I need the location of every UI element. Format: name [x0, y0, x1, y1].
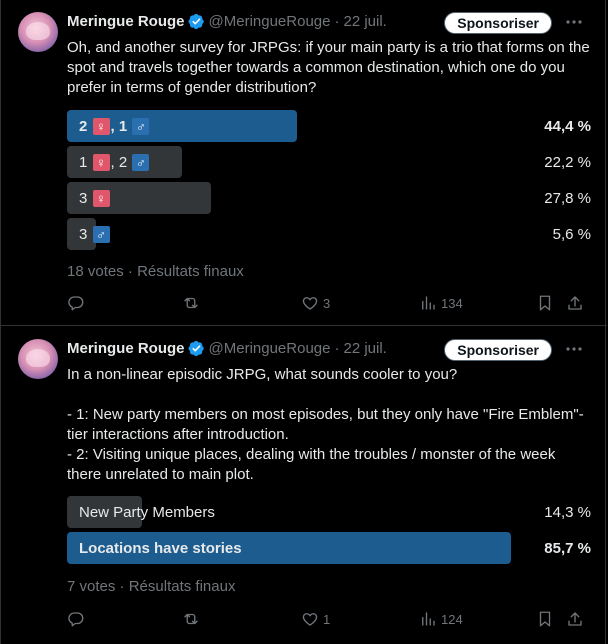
poll-option-text: 3: [79, 189, 92, 207]
like-count: 1: [323, 611, 331, 627]
poll-option-text: Locations have stories: [79, 539, 242, 557]
poll-option: New Party Members 14,3 %: [67, 496, 591, 528]
bookmark-button[interactable]: [536, 609, 554, 629]
poll-option-text: 2: [79, 117, 92, 135]
views-button[interactable]: 124: [419, 609, 463, 629]
like-button[interactable]: 3: [301, 293, 330, 313]
sponsor-button[interactable]: Sponsoriser: [444, 339, 552, 361]
female-symbol-icon: ♀: [92, 189, 110, 207]
retweet-button[interactable]: [182, 293, 200, 313]
separator: ·: [334, 12, 340, 30]
author-name[interactable]: Meringue Rouge: [67, 340, 185, 357]
tweet[interactable]: Meringue Rouge @MeringueRouge · 22 juil.…: [1, 326, 607, 644]
author-handle[interactable]: @MeringueRouge: [209, 340, 331, 357]
poll-option-text: 1: [79, 153, 92, 171]
bookmark-button[interactable]: [536, 293, 554, 313]
female-symbol-icon: ♀: [92, 117, 110, 135]
heart-icon: [302, 297, 318, 310]
retweet-icon: [184, 613, 198, 625]
like-count: 3: [323, 295, 331, 311]
tweet-date[interactable]: 22 juil.: [343, 13, 386, 30]
more-options-icon[interactable]: [565, 12, 583, 32]
retweet-icon: [184, 297, 198, 309]
action-bar: 1 124: [67, 609, 597, 629]
poll-percent: 27,8 %: [544, 189, 591, 207]
tweet-date[interactable]: 22 juil.: [343, 340, 386, 357]
reply-icon: [68, 612, 84, 627]
poll-percent: 14,3 %: [544, 503, 591, 521]
view-count: 134: [441, 295, 463, 311]
author-handle[interactable]: @MeringueRouge: [209, 13, 331, 30]
poll-summary: 7 votes · Résultats finaux: [67, 578, 235, 595]
poll-votes: 18 votes: [67, 263, 124, 280]
poll-option: 3 ♂ 5,6 %: [67, 218, 591, 250]
poll-option: 2 ♀, 1 ♂ 44,4 %: [67, 110, 591, 142]
reply-button[interactable]: [67, 293, 85, 313]
separator: ·: [334, 339, 340, 357]
poll-percent: 85,7 %: [544, 539, 591, 557]
share-button[interactable]: [566, 293, 584, 313]
poll-percent: 5,6 %: [552, 225, 591, 243]
poll-option-text: , 1: [110, 117, 132, 135]
poll-option-label: New Party Members: [79, 496, 215, 528]
more-options-icon[interactable]: [565, 339, 583, 359]
views-icon: [422, 612, 435, 626]
poll-option: 1 ♀, 2 ♂ 22,2 %: [67, 146, 591, 178]
tweet-text: Oh, and another survey for JRPGs: if you…: [67, 39, 594, 96]
bookmark-icon: [539, 611, 551, 627]
poll-option-label: Locations have stories: [79, 532, 242, 564]
timeline: Meringue Rouge @MeringueRouge · 22 juil.…: [0, 0, 607, 644]
verified-badge-icon: [187, 13, 204, 29]
poll-percent: 44,4 %: [544, 117, 591, 135]
male-symbol-icon: ♂: [132, 153, 150, 171]
views-button[interactable]: 134: [419, 293, 463, 313]
male-symbol-icon: ♂: [132, 117, 150, 135]
poll-percent: 22,2 %: [544, 153, 591, 171]
view-count: 124: [441, 611, 463, 627]
action-bar: 3 134: [67, 293, 597, 313]
poll-option-text: , 2: [110, 153, 132, 171]
poll-votes: 7 votes: [67, 578, 116, 595]
reply-button[interactable]: [67, 609, 85, 629]
tweet-header: Meringue Rouge @MeringueRouge · 22 juil.: [67, 11, 387, 31]
poll-status: Résultats finaux: [128, 578, 236, 595]
separator: ·: [119, 578, 125, 595]
share-icon: [568, 612, 582, 626]
tweet-text: In a non-linear episodic JRPG, what soun…: [67, 366, 584, 483]
male-symbol-icon: ♂: [92, 225, 110, 243]
poll-option-text: New Party Members: [79, 503, 215, 521]
separator: ·: [127, 263, 133, 280]
poll-option-label: 2 ♀, 1 ♂: [79, 110, 150, 142]
poll-option-label: 1 ♀, 2 ♂: [79, 146, 150, 178]
share-button[interactable]: [566, 609, 584, 629]
author-name[interactable]: Meringue Rouge: [67, 13, 185, 30]
female-symbol-icon: ♀: [92, 153, 110, 171]
poll-option: 3 ♀ 27,8 %: [67, 182, 591, 214]
poll-option-label: 3 ♂: [79, 218, 111, 250]
heart-icon: [302, 613, 318, 626]
poll-option: Locations have stories 85,7 %: [67, 532, 591, 564]
tweet[interactable]: Meringue Rouge @MeringueRouge · 22 juil.…: [1, 0, 607, 326]
bookmark-icon: [539, 295, 551, 311]
retweet-button[interactable]: [182, 609, 200, 629]
poll-summary: 18 votes · Résultats finaux: [67, 263, 244, 280]
poll-option-label: 3 ♀: [79, 182, 111, 214]
avatar[interactable]: [18, 339, 58, 379]
share-icon: [568, 296, 582, 310]
like-button[interactable]: 1: [301, 609, 330, 629]
tweet-header: Meringue Rouge @MeringueRouge · 22 juil.: [67, 338, 387, 358]
views-icon: [422, 296, 435, 310]
sponsor-button[interactable]: Sponsoriser: [444, 12, 552, 34]
verified-badge-icon: [187, 340, 204, 356]
poll-option-text: 3: [79, 225, 92, 243]
avatar[interactable]: [18, 12, 58, 52]
reply-icon: [68, 296, 84, 311]
poll-status: Résultats finaux: [137, 263, 244, 280]
